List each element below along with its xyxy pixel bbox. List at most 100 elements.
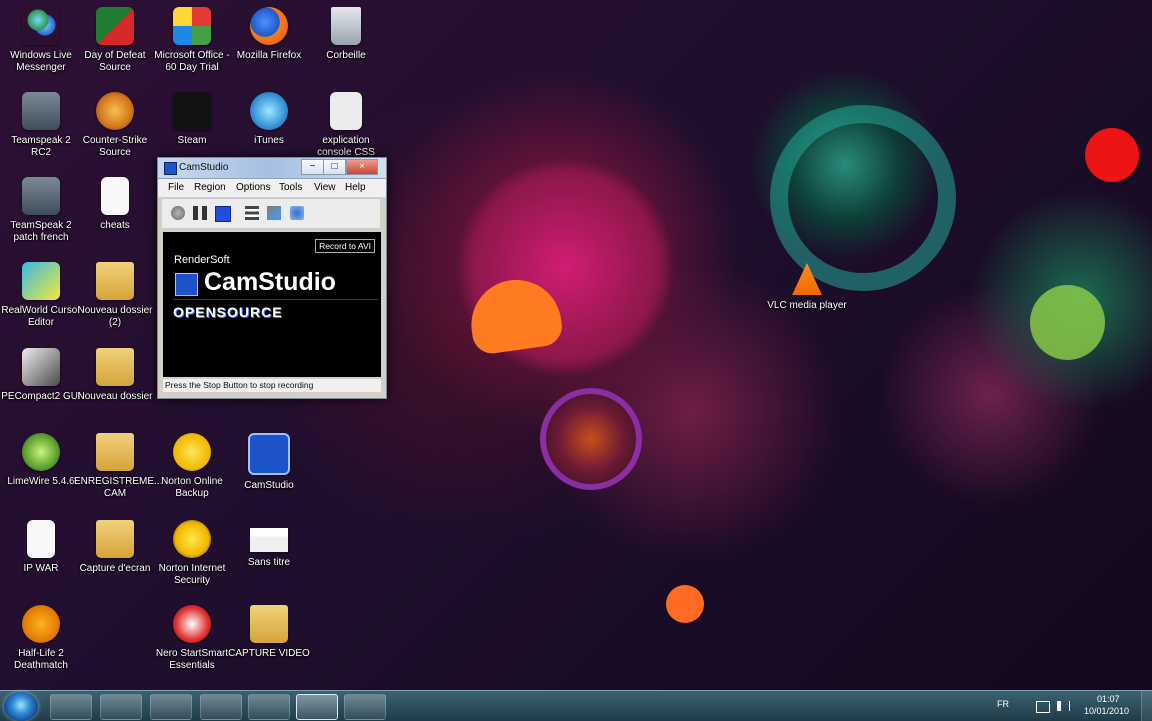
icon-label: TeamSpeak 2 patch french [10, 220, 72, 243]
desktop-icon-norton-internet-security[interactable]: Norton Internet Security [151, 520, 233, 587]
desktop-icon-mozilla-firefox[interactable]: Mozilla Firefox [228, 7, 310, 62]
nero-icon [173, 605, 211, 643]
desktop-icon-capture-video[interactable]: CAPTURE VIDEO [228, 605, 310, 660]
teamspeak-icon [22, 92, 60, 130]
vlc-icon [792, 263, 822, 295]
desktop-icon-day-of-defeat-source[interactable]: Day of Defeat Source [74, 7, 156, 74]
icon-label: Day of Defeat Source [84, 50, 146, 73]
desktop-icon-explication-console-css[interactable]: explication console CSS [305, 92, 387, 159]
status-text: Press the Stop Button to stop recording [165, 380, 314, 390]
firefox-taskbar-button[interactable] [248, 694, 290, 720]
desktop-icon-half-life-2-deathmatch[interactable]: Half-Life 2 Deathmatch [0, 605, 82, 672]
camstudio-taskbar-button[interactable] [296, 694, 338, 720]
half-life-icon [22, 605, 60, 643]
brand-top: RenderSoft [174, 254, 230, 266]
brand-sub: OPENSOURCE [173, 304, 283, 320]
desktop-icon-nero-startsmart[interactable]: Nero StartSmart Essentials [151, 605, 233, 672]
icon-label: Teamspeak 2 RC2 [11, 135, 71, 158]
start-button[interactable] [4, 692, 38, 721]
camstudio-title-bar[interactable]: CamStudio − □ × [158, 158, 386, 179]
icon-label: Norton Online Backup [161, 476, 223, 499]
tool-button[interactable] [200, 694, 242, 720]
explorer-button[interactable] [100, 694, 142, 720]
video-options-icon[interactable] [267, 206, 281, 220]
icon-label: CamStudio [244, 480, 294, 491]
notepad-taskbar-button[interactable] [344, 694, 386, 720]
desktop-icon-pecompact2-gui[interactable]: PECompact2 GUI [0, 348, 82, 403]
menu-options[interactable]: Options [232, 179, 274, 197]
desktop-icon-capture-decran[interactable]: Capture d'ecran [74, 520, 156, 575]
desktop-icon-sans-titre[interactable]: Sans titre [228, 520, 310, 569]
desktop-icon-teamspeak-2-patch-french[interactable]: TeamSpeak 2 patch french [0, 177, 82, 244]
desktop-icon-steam[interactable]: Steam [151, 92, 233, 147]
icon-label: Steam [177, 135, 207, 146]
icon-label: Nouveau dossier [77, 391, 153, 402]
icon-label: Corbeille [326, 50, 366, 61]
game-icon [96, 7, 134, 45]
desktop-icon-counter-strike-source[interactable]: Counter-Strike Source [74, 92, 156, 159]
record-button[interactable] [171, 206, 185, 220]
swf-icon[interactable] [290, 206, 304, 220]
desktop-icon-nouveau-dossier-2[interactable]: Nouveau dossier (2) [74, 262, 156, 329]
file-icon [101, 177, 129, 215]
desktop-icon-teamspeak-2-rc2[interactable]: Teamspeak 2 RC2 [0, 92, 82, 159]
steam-icon [173, 92, 211, 130]
minimize-button[interactable]: − [301, 159, 324, 175]
desktop-icon-norton-online-backup[interactable]: Norton Online Backup [151, 433, 233, 500]
internet-explorer-button[interactable] [50, 694, 92, 720]
volume-icon[interactable] [1057, 701, 1070, 711]
pause-button[interactable] [193, 206, 207, 220]
menu-tools[interactable]: Tools [275, 179, 306, 197]
menu-file[interactable]: File [164, 179, 188, 197]
camstudio-window[interactable]: CamStudio − □ × File Region Options Tool… [157, 157, 387, 399]
region-tool-icon[interactable] [245, 206, 259, 220]
network-icon[interactable] [1036, 701, 1050, 713]
desktop-icon-limewire[interactable]: LimeWire 5.4.6 [0, 433, 82, 488]
desktop-icon-vlc-media-player[interactable]: VLC media player [765, 263, 849, 312]
desktop-icon-ip-war[interactable]: IP WAR [0, 520, 82, 575]
media-player-button[interactable] [150, 694, 192, 720]
document-icon [330, 92, 362, 130]
folder-icon [96, 520, 134, 558]
window-icon [250, 528, 288, 552]
menu-help[interactable]: Help [341, 179, 370, 197]
menu-bar: File Region Options Tools View Help [158, 179, 386, 197]
close-button[interactable]: × [346, 159, 378, 175]
camstudio-icon [248, 433, 290, 475]
desktop-icon-realworld-cursor-editor[interactable]: RealWorld Cursor Editor [0, 262, 82, 329]
desktop-icon-itunes[interactable]: iTunes [228, 92, 310, 147]
folder-icon [250, 605, 288, 643]
camstudio-title-icon [164, 162, 177, 175]
counter-strike-icon [96, 92, 134, 130]
desktop-icon-nouveau-dossier[interactable]: Nouveau dossier [74, 348, 156, 403]
icon-label: CAPTURE VIDEO [228, 648, 310, 659]
itunes-icon [250, 92, 288, 130]
menu-region[interactable]: Region [190, 179, 230, 197]
teamspeak-icon [22, 177, 60, 215]
desktop-icon-enregistreme-cam[interactable]: ENREGISTREME... CAM [74, 433, 162, 500]
show-desktop-button[interactable] [1141, 691, 1152, 721]
icon-label: ENREGISTREME... CAM [74, 476, 163, 499]
icon-label: VLC media player [767, 300, 847, 311]
desktop-icon-windows-live-messenger[interactable]: Windows Live Messenger [0, 7, 82, 74]
desktop-icon-corbeille[interactable]: Corbeille [305, 7, 387, 62]
desktop-icon-camstudio[interactable]: CamStudio [228, 433, 310, 492]
firefox-icon [250, 7, 288, 45]
desktop-icon-cheats[interactable]: cheats [74, 177, 156, 232]
stop-button[interactable] [215, 206, 231, 222]
icon-label: Sans titre [247, 557, 291, 568]
icon-label: IP WAR [23, 563, 59, 574]
menu-view[interactable]: View [310, 179, 340, 197]
icon-label: Windows Live Messenger [10, 50, 72, 73]
icon-label: Nouveau dossier (2) [77, 305, 153, 328]
clock-date[interactable]: 10/01/2010 [1084, 706, 1129, 717]
maximize-button[interactable]: □ [323, 159, 346, 175]
icon-label: Microsoft Office - 60 Day Trial [154, 50, 230, 73]
desktop-icon-microsoft-office[interactable]: Microsoft Office - 60 Day Trial [151, 7, 233, 74]
toolbar [162, 198, 380, 229]
language-indicator[interactable]: FR [997, 699, 1009, 710]
icon-label: Half-Life 2 Deathmatch [14, 648, 68, 671]
icon-label: explication console CSS [317, 135, 375, 158]
icon-label: Capture d'ecran [79, 563, 151, 574]
clock-time[interactable]: 01:07 [1097, 694, 1120, 705]
